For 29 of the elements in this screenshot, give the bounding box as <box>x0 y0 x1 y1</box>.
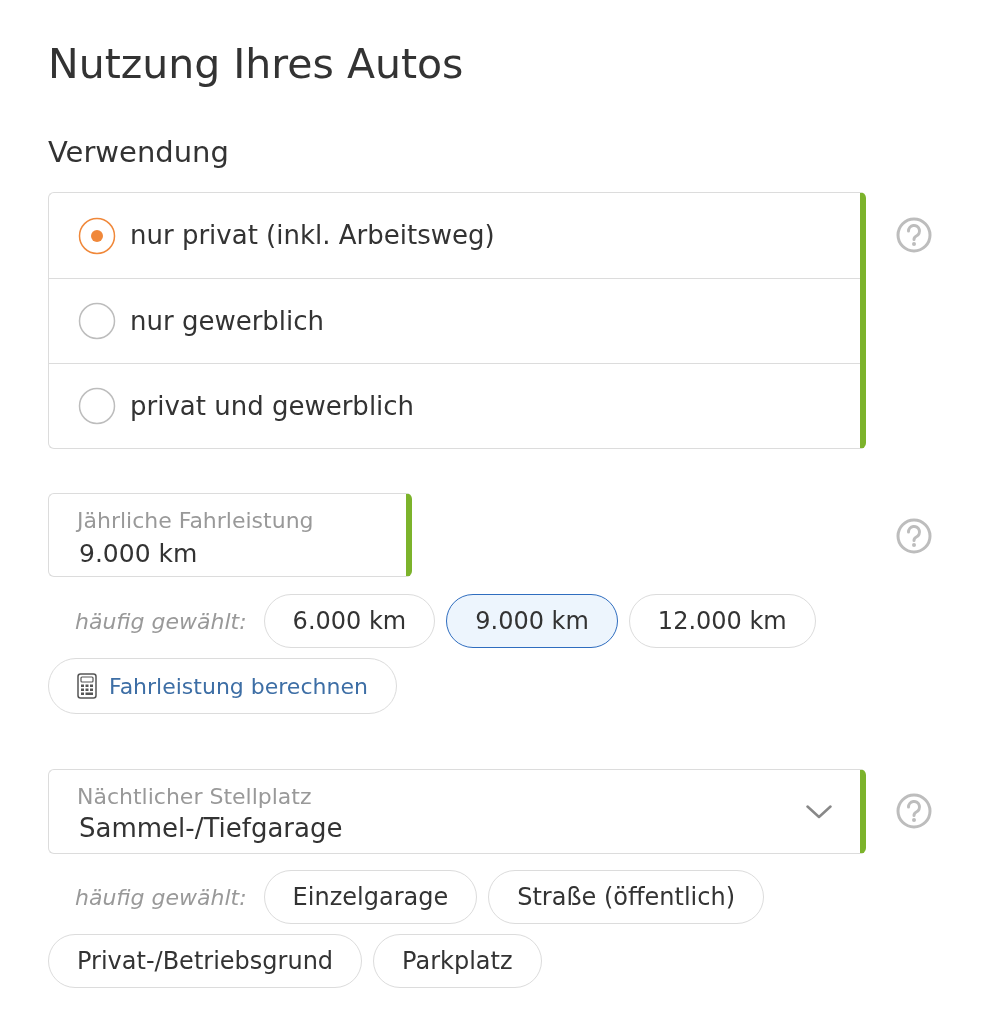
radio-button[interactable] <box>78 216 116 255</box>
suggestion-chip[interactable]: Parkplatz <box>373 934 542 988</box>
page-title: Nutzung Ihres Autos <box>48 40 465 88</box>
radio-button[interactable] <box>78 387 116 425</box>
suggestion-chip[interactable]: Privat-/Betriebsgrund <box>48 934 363 988</box>
suggestion-chip[interactable]: Einzelgarage <box>263 870 478 924</box>
radio-option-label[interactable]: nur gewerblich <box>130 301 325 341</box>
suggestion-chip[interactable]: 12.000 km <box>628 594 816 648</box>
suggestion-chip[interactable]: 9.000 km <box>446 594 618 648</box>
radio-button[interactable] <box>78 302 116 340</box>
suggestion-chip[interactable]: 6.000 km <box>263 594 436 648</box>
radio-option-label[interactable]: privat und gewerblich <box>130 386 415 426</box>
mileage-input[interactable]: Jährliche Fahrleistung 9.000 km <box>48 493 412 577</box>
calculate-mileage-button[interactable]: Fahrleistung berechnen <box>48 658 397 714</box>
chevron-down-icon <box>806 804 832 819</box>
help-icon[interactable] <box>896 793 932 829</box>
help-icon[interactable] <box>896 518 932 554</box>
parking-dropdown[interactable]: Nächtlicher Stellplatz Sammel-/Tiefgarage <box>48 769 866 854</box>
field-value: 9.000 km <box>78 538 199 570</box>
radio-option-label[interactable]: nur privat (inkl. Arbeitsweg) <box>130 216 495 255</box>
field-label: Nächtlicher Stellplatz <box>77 783 313 811</box>
calculator-icon <box>77 673 97 699</box>
suggestions-label: häufig gewählt: <box>74 883 247 912</box>
field-value: Sammel-/Tiefgarage <box>78 812 344 845</box>
suggestions-label: häufig gewählt: <box>74 607 247 636</box>
help-icon[interactable] <box>896 217 932 253</box>
section-heading: Verwendung <box>48 134 230 170</box>
suggestion-chip[interactable]: Straße (öffentlich) <box>488 870 764 924</box>
field-label: Jährliche Fahrleistung <box>77 507 315 535</box>
